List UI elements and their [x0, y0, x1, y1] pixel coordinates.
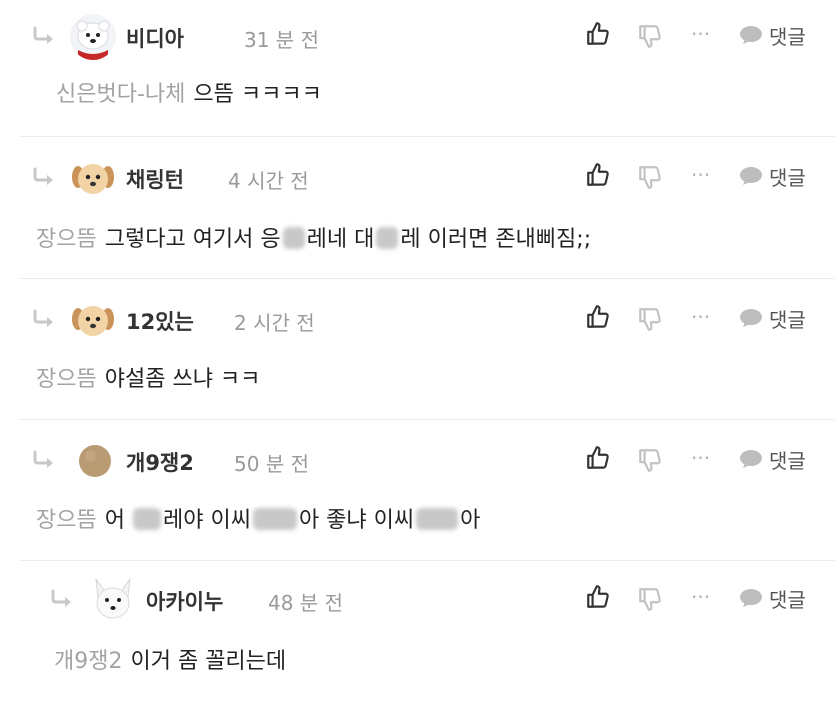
- mention[interactable]: 장으뜸: [36, 367, 97, 392]
- comment-text: 이거 좀 꼴리는데: [130, 649, 287, 674]
- comment-item: 비디아 31 분 전 ··· 댓글 신은벗다-나체 으뜸 ㅋㅋㅋㅋ: [20, 0, 835, 137]
- avatar[interactable]: [70, 14, 116, 60]
- censored-blur: [376, 227, 399, 249]
- reply-label: 댓글: [769, 449, 806, 473]
- comment-actions: ··· 댓글: [585, 444, 835, 476]
- censored-blur: [252, 508, 297, 530]
- author-name[interactable]: 아카이누: [146, 586, 223, 616]
- thumb-up-icon[interactable]: [585, 303, 611, 331]
- comment-text: 야설좀 쓰냐 ㅋㅋ: [104, 367, 261, 392]
- avatar[interactable]: [70, 155, 116, 201]
- reply-button[interactable]: 댓글: [739, 20, 835, 50]
- comment-text-part: 레 이러면 존내삐짐;;: [400, 227, 592, 252]
- reply-button[interactable]: 댓글: [739, 161, 835, 191]
- reply-button[interactable]: 댓글: [739, 303, 835, 333]
- avatar[interactable]: [78, 444, 112, 478]
- reply-arrow-icon: [32, 450, 58, 470]
- comment-text-part: 어: [104, 508, 125, 533]
- comment-header: 개9쟁2 50 분 전 ··· 댓글: [20, 438, 835, 482]
- comment-text-part: 아: [460, 508, 481, 533]
- comment-body: 장으뜸 그렇다고 여기서 응 레네 대 레 이러면 존내삐짐;;: [36, 225, 591, 255]
- thumb-down-icon[interactable]: [637, 22, 663, 50]
- comment-text-part: 레야 이씨: [162, 508, 251, 533]
- more-icon[interactable]: ···: [691, 163, 721, 191]
- reply-arrow-icon: [32, 167, 58, 187]
- reply-arrow-icon: [32, 309, 58, 329]
- speech-bubble-icon: [739, 166, 763, 186]
- mention[interactable]: 장으뜸: [36, 227, 97, 252]
- timestamp: 31 분 전: [244, 28, 319, 52]
- avatar[interactable]: [70, 297, 116, 343]
- author-name[interactable]: 비디아: [126, 23, 184, 53]
- reply-arrow-icon: [32, 26, 58, 46]
- mention[interactable]: 신은벗다-나체: [56, 82, 185, 107]
- mention[interactable]: 장으뜸: [36, 508, 97, 533]
- thumb-up-icon[interactable]: [585, 444, 611, 472]
- thumb-up-icon[interactable]: [585, 583, 611, 611]
- thumb-down-icon[interactable]: [637, 163, 663, 191]
- comment-header: 아카이누 48 분 전 ··· 댓글: [20, 573, 835, 623]
- comment-text-part: 레네 대: [306, 227, 375, 252]
- censored-blur: [416, 508, 459, 530]
- speech-bubble-icon: [739, 25, 763, 45]
- timestamp: 2 시간 전: [234, 311, 315, 335]
- censored-blur: [282, 227, 305, 249]
- censored-blur: [132, 508, 161, 530]
- reply-label: 댓글: [769, 308, 806, 332]
- author-name[interactable]: 12있는: [126, 306, 194, 336]
- thumb-up-icon[interactable]: [585, 20, 611, 48]
- comment-item: 채링턴 4 시간 전 ··· 댓글 장으뜸 그렇다고 여기서 응 레네 대 레 이러면…: [20, 137, 835, 279]
- comment-actions: ··· 댓글: [585, 161, 835, 193]
- comment-body: 장으뜸 야설좀 쓰냐 ㅋㅋ: [36, 365, 260, 395]
- more-icon[interactable]: ···: [691, 446, 721, 474]
- comment-body: 신은벗다-나체 으뜸 ㅋㅋㅋㅋ: [56, 80, 322, 110]
- comment-header: 채링턴 4 시간 전 ··· 댓글: [20, 155, 835, 201]
- comment-text: 으뜸 ㅋㅋㅋㅋ: [193, 82, 322, 107]
- speech-bubble-icon: [739, 449, 763, 469]
- comment-actions: ··· 댓글: [585, 303, 835, 335]
- comment-text-part: 아 좋냐 이씨: [298, 508, 415, 533]
- comment-item: 12있는 2 시간 전 ··· 댓글 장으뜸 야설좀 쓰냐 ㅋㅋ: [20, 279, 835, 420]
- mention[interactable]: 개9쟁2: [54, 649, 122, 674]
- reply-label: 댓글: [769, 588, 806, 612]
- thumb-up-icon[interactable]: [585, 161, 611, 189]
- timestamp: 50 분 전: [234, 452, 309, 476]
- comment-item: 개9쟁2 50 분 전 ··· 댓글 장으뜸 어 레야 이씨 아 좋냐 이씨 아: [20, 420, 835, 561]
- thumb-down-icon[interactable]: [637, 585, 663, 613]
- comment-text-part: 그렇다고 여기서 응: [104, 227, 281, 252]
- thumb-down-icon[interactable]: [637, 446, 663, 474]
- speech-bubble-icon: [739, 308, 763, 328]
- thumb-down-icon[interactable]: [637, 305, 663, 333]
- avatar[interactable]: [88, 573, 138, 623]
- more-icon[interactable]: ···: [691, 22, 721, 50]
- author-name[interactable]: 채링턴: [126, 164, 184, 194]
- speech-bubble-icon: [739, 588, 763, 608]
- comment-body: 장으뜸 어 레야 이씨 아 좋냐 이씨 아: [36, 506, 480, 536]
- comment-header: 비디아 31 분 전 ··· 댓글: [20, 14, 835, 60]
- comment-body: 개9쟁2 이거 좀 꼴리는데: [54, 647, 286, 677]
- reply-label: 댓글: [769, 166, 806, 190]
- reply-arrow-icon: [50, 589, 76, 609]
- timestamp: 4 시간 전: [228, 169, 309, 193]
- reply-button[interactable]: 댓글: [739, 444, 835, 474]
- reply-label: 댓글: [769, 25, 806, 49]
- more-icon[interactable]: ···: [691, 585, 721, 613]
- comment-header: 12있는 2 시간 전 ··· 댓글: [20, 297, 835, 343]
- author-name[interactable]: 개9쟁2: [126, 447, 194, 477]
- comment-actions: ··· 댓글: [585, 20, 835, 52]
- comment-item: 아카이누 48 분 전 ··· 댓글 개9쟁2 이거 좀 꼴리는데: [20, 561, 835, 702]
- more-icon[interactable]: ···: [691, 305, 721, 333]
- comment-actions: ··· 댓글: [585, 583, 835, 615]
- reply-button[interactable]: 댓글: [739, 583, 835, 613]
- timestamp: 48 분 전: [268, 591, 343, 615]
